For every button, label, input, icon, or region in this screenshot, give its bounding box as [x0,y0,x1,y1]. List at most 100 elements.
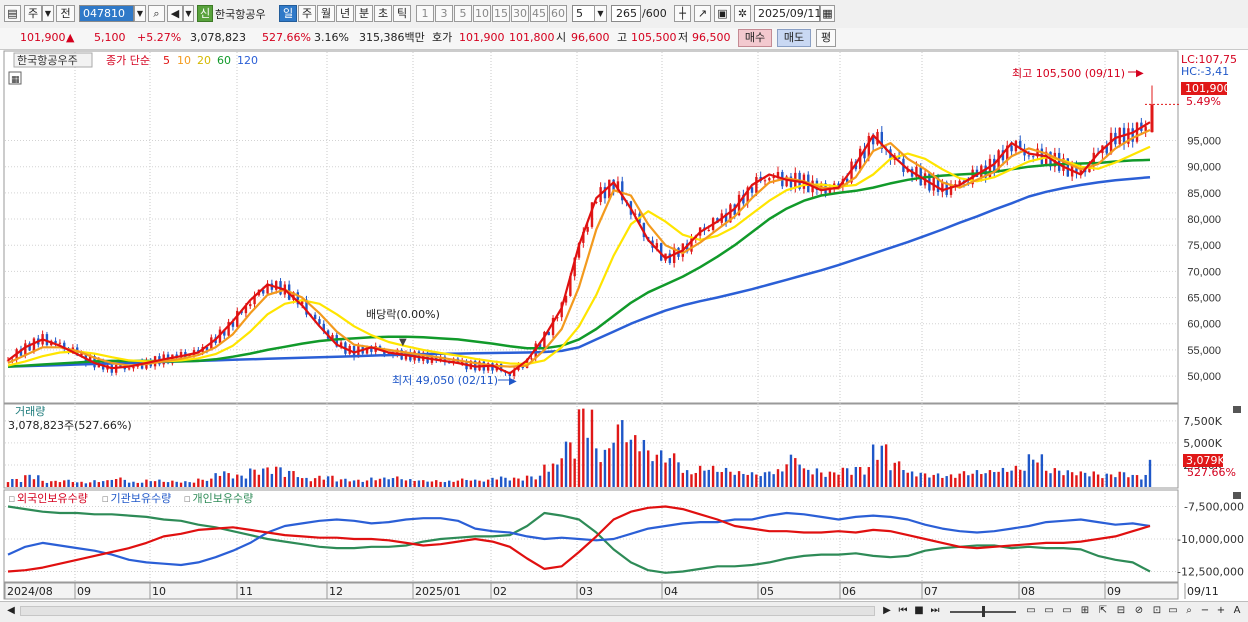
period-tab-4[interactable]: 분 [355,5,373,22]
speaker-icon[interactable]: ◀ [167,5,183,22]
buy-button[interactable]: 매수 [738,29,772,47]
calendar-icon[interactable]: ▦ [820,5,835,22]
market-dropdown-icon[interactable]: ▼ [42,5,54,22]
tool8-icon[interactable]: ⊡ [1150,604,1164,618]
volume-bar [1144,474,1147,487]
tool6-icon[interactable]: ⊟ [1114,604,1128,618]
volume-bar [123,479,126,487]
period-tab-5[interactable]: 초 [374,5,392,22]
search-icon[interactable]: ⌕ [148,5,165,22]
first-icon[interactable]: ⏮ [896,604,910,618]
zoom-slider-handle[interactable] [982,606,985,617]
zoom-out-icon[interactable]: − [1198,604,1212,618]
holdings-legend-sep: ▫ [8,492,15,505]
date-label: 2024/08 [7,585,53,598]
volume-bar [698,465,702,487]
period-tab-6[interactable]: 틱 [393,5,411,22]
speaker-dropdown-icon[interactable]: ▼ [183,5,194,22]
interval-button-60[interactable]: 60 [549,5,567,22]
interval-button-45[interactable]: 45 [530,5,548,22]
code-dropdown-icon[interactable]: ▼ [134,5,146,22]
chart-scrollbar[interactable]: ◀ ▶ ⏮ ■ ⏭ ▭ ▭ ▭ ⊞ ⇱ ⊟ ⊘ ⊡ ▭ ⌕ − + A [0,601,1248,622]
tool3-icon[interactable]: ▭ [1060,604,1074,618]
volume-bar [283,476,287,487]
volume-bar [543,464,546,487]
scroll-right-icon[interactable]: ▶ [880,604,894,618]
code-input[interactable]: 047810 [79,5,134,22]
volume-bar [404,480,408,487]
period-tab-3[interactable]: 년 [336,5,354,22]
volume-bar [560,458,563,487]
current-price-label: 101,900 [1185,82,1231,95]
interval-button-5[interactable]: 5 [454,5,472,22]
tool1-icon[interactable]: ▭ [1024,604,1038,618]
volume-ratio: 527.66% [262,31,311,44]
volume-bar [205,480,209,487]
interval-dropdown-icon[interactable]: ▼ [594,5,607,22]
eval-button[interactable]: 평 [816,29,836,47]
volume-bar [521,480,524,487]
save-icon[interactable]: ▣ [714,5,731,22]
interval-button-3[interactable]: 3 [435,5,453,22]
window-menu-icon[interactable]: ▤ [4,5,21,22]
volume-bar [456,480,460,487]
trend-tool-icon[interactable]: ↗ [694,5,711,22]
period-tab-1[interactable]: 주 [298,5,316,22]
interval-button-30[interactable]: 30 [511,5,529,22]
hoga-label: 호가 [432,31,453,44]
tool7-icon[interactable]: ⊘ [1132,604,1146,618]
volume-bar [1135,475,1139,487]
volume-bar [76,482,79,487]
volume-bar [551,463,555,487]
volume-bar [841,467,845,487]
prev-button[interactable]: 전 [56,5,75,22]
volume-bar [742,473,745,487]
holdings-panel-button [1233,492,1241,499]
volume-bar [729,471,732,487]
tool4-icon[interactable]: ⊞ [1078,604,1092,618]
candle-body [1057,152,1061,171]
volume-bar [482,481,486,487]
legend-ma-10: 10 [177,54,191,67]
stop-icon[interactable]: ■ [912,604,926,618]
scroll-track[interactable] [20,606,875,616]
period-tab-0[interactable]: 일 [279,5,297,22]
tool2-icon[interactable]: ▭ [1042,604,1056,618]
volume-bar [655,454,659,487]
scroll-left-icon[interactable]: ◀ [4,604,18,618]
volume-bar [759,476,762,487]
gear-icon[interactable]: ✲ [734,5,751,22]
price-tick-label: 50,000 [1187,371,1221,383]
volume-bar [547,471,550,487]
interval-button-1[interactable]: 1 [416,5,434,22]
date-input[interactable]: 2025/09/11 [754,5,821,22]
chart-type-icon[interactable]: ┼ [674,5,691,22]
volume-bar [668,458,672,487]
volume-bar [357,479,360,487]
period-tab-2[interactable]: 월 [317,5,335,22]
interval-button-15[interactable]: 15 [492,5,510,22]
volume-bar [928,477,931,487]
volume-bar [919,472,922,487]
volume-bar [63,480,66,487]
font-size-icon[interactable]: A [1230,604,1244,618]
volume-bar [478,480,481,487]
tool9-icon[interactable]: ▭ [1166,604,1180,618]
holdings-tick-label: -12,500,000 [1177,566,1244,579]
zoom-search-icon[interactable]: ⌕ [1182,604,1196,618]
volume-bar [184,481,187,487]
volume-bar [132,481,135,487]
candle-body [1032,156,1035,158]
zoom-in-icon[interactable]: + [1214,604,1228,618]
stock-chart[interactable]: 95,000 90,000 85,000 80,000 75,000 70,000 65,0… [0,50,1248,601]
sell-button[interactable]: 매도 [777,29,811,47]
count-input[interactable]: 265 [611,5,641,22]
candle-body [763,180,767,182]
volume-bar [517,478,520,487]
volume-bar [768,471,771,487]
interval-button-10[interactable]: 10 [473,5,491,22]
last-icon[interactable]: ⏭ [928,604,942,618]
price-tick-label: 90,000 [1187,162,1221,174]
market-select[interactable]: 주 [24,5,42,22]
tool5-icon[interactable]: ⇱ [1096,604,1110,618]
